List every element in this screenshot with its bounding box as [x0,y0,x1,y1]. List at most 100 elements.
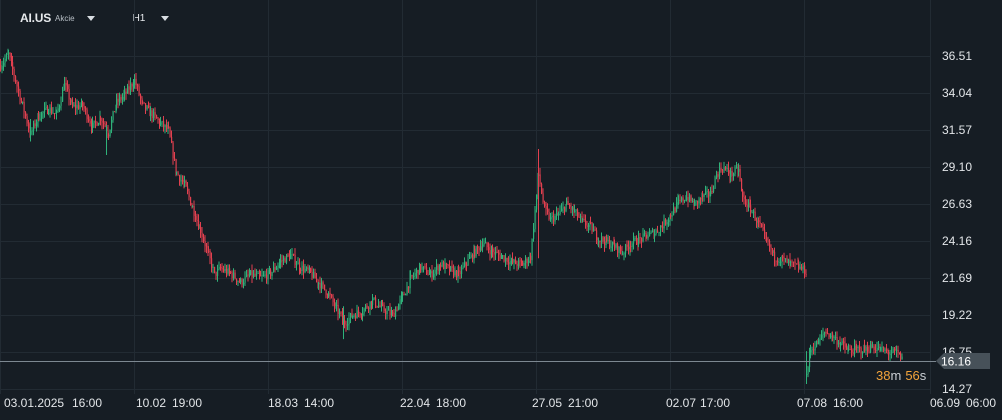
candle [368,306,370,314]
candle [168,121,170,129]
candle [33,120,35,136]
candle [388,306,390,311]
candle [328,291,330,299]
candle [200,222,202,238]
candle [844,336,846,354]
candle [788,258,790,266]
candle [483,238,485,247]
candle [172,140,174,165]
candle [551,212,553,224]
candle [631,241,633,253]
candle [124,85,126,101]
candle [506,257,508,265]
candle [472,253,474,263]
candle [772,248,774,257]
candle [462,262,464,270]
candle [284,256,286,263]
candle [146,105,148,111]
candle [93,120,95,128]
candle [767,236,769,246]
candle [702,190,704,202]
candle [790,260,792,267]
candle [509,254,511,271]
candle [553,210,555,227]
candle [856,343,858,353]
candle [300,267,302,274]
candle [894,346,896,356]
candle [522,260,524,266]
candle [519,257,521,268]
candle [286,253,288,265]
candle [16,79,18,93]
candle [515,256,517,265]
candle [193,200,195,222]
candle [331,293,333,299]
candle [759,216,761,228]
candlestick-series [0,48,903,385]
candle [469,251,471,260]
candle [686,191,688,202]
candle [423,266,425,273]
candle [154,107,156,121]
candle [223,265,225,273]
candle [336,299,338,312]
x-tick-label: 18.03 [268,396,298,410]
candle [217,264,219,282]
candle [558,211,560,221]
candle [458,264,460,277]
candle [896,345,898,358]
candle [835,331,837,341]
candle [493,247,495,261]
candle [713,185,715,194]
candle [72,97,74,109]
candle [184,175,186,188]
candle [224,263,226,274]
candle [769,239,771,252]
candle [294,248,296,269]
candle [564,206,566,216]
candle [658,231,660,237]
candle [319,276,321,294]
candle [79,102,81,115]
candle [379,301,381,308]
candle [668,217,670,227]
candle [748,199,750,212]
price-chart[interactable]: 36.51 34.04 31.57 29.10 26.63 24.16 21.69 19.22… [0,0,1002,420]
candle [794,258,796,270]
candle [345,320,347,332]
candle [209,248,211,265]
candle [843,337,845,350]
candle [454,266,456,278]
candle [260,270,262,277]
candle [250,270,252,276]
candle [897,345,899,358]
candle [710,186,712,197]
candle [303,259,305,279]
candle [679,194,681,204]
candle [135,73,137,90]
candle [291,248,293,260]
candle [436,259,438,276]
candle [586,220,588,232]
candle [310,267,312,273]
candle [860,346,862,360]
candle [19,88,21,105]
candle [402,291,404,302]
candle [369,301,371,316]
candle [408,286,410,293]
candle [143,102,145,105]
candle [528,256,530,267]
current-price-tag: 16.16 [936,353,990,369]
candle [671,211,673,222]
candle [253,269,255,279]
candle [830,333,832,339]
candle [459,266,461,280]
candle [34,119,36,129]
candle [321,277,323,293]
candle [824,331,826,338]
candle [550,212,552,222]
candle [376,305,378,308]
candle [545,201,547,216]
candle [865,344,867,356]
x-tick-label: 14:00 [304,396,334,410]
